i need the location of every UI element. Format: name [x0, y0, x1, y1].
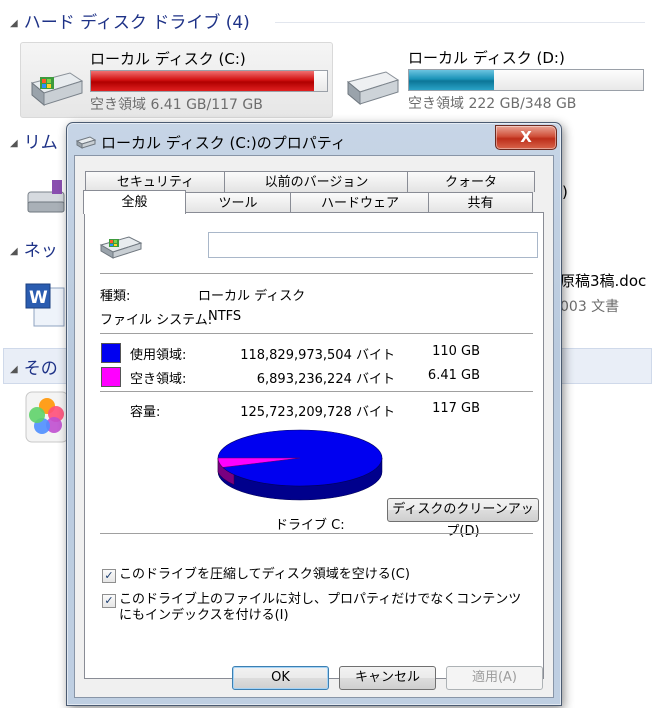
collapse-triangle-icon[interactable]: ◢ — [10, 138, 18, 149]
word-document-icon: W — [25, 283, 65, 327]
group-header-hard-disk[interactable]: ◢ ハード ディスク ドライブ (4) — [10, 8, 650, 34]
tab-security[interactable]: セキュリティ — [85, 171, 226, 192]
drive-tile-c[interactable]: ローカル ディスク (C:) 空き領域 6.41 GB/117 GB — [20, 42, 333, 118]
photos-app-icon — [25, 391, 69, 443]
used-space-bytes: 118,829,973,504 バイト — [240, 348, 395, 363]
general-tab-panel: 種類: ローカル ディスク ファイル システム: NTFS 使用領域: 118,… — [84, 212, 544, 679]
removable-drive-icon — [27, 180, 65, 213]
network-file-name[interactable]: 原稿3稿.doc — [560, 270, 646, 291]
group-header-other[interactable]: ◢ その — [10, 354, 70, 379]
tab-label: ツール — [218, 196, 258, 211]
separator — [100, 333, 533, 334]
type-label: 種類: — [100, 289, 131, 304]
dialog-client-area: セキュリティ 以前のバージョン クォータ 全般 ツール ハードウェア 共有 種類… — [74, 155, 554, 698]
tab-general[interactable]: 全般 — [83, 190, 186, 214]
tab-label: セキュリティ — [116, 175, 195, 190]
free-space-size: 6.41 GB — [427, 368, 480, 383]
capacity-bytes: 125,723,209,728 バイト — [240, 405, 395, 420]
separator — [100, 273, 533, 274]
drive-tile-d[interactable]: ローカル ディスク (D:) 空き領域 222 GB/348 GB — [338, 42, 650, 116]
tab-label: 以前のバージョン — [264, 175, 369, 190]
volume-label-input[interactable] — [208, 232, 538, 258]
drive-free-space-c: 空き領域 6.41 GB/117 GB — [90, 97, 263, 113]
disk-cleanup-button[interactable]: ディスクのクリーンアップ(D) — [387, 498, 539, 539]
free-space-label: 空き領域: — [130, 372, 187, 387]
tab-label: クォータ — [444, 175, 497, 190]
collapse-triangle-icon[interactable]: ◢ — [10, 364, 18, 375]
group-header-removable[interactable]: ◢ リム — [10, 128, 70, 153]
free-space-bytes: 6,893,236,224 バイト — [256, 372, 395, 387]
compress-checkbox-label[interactable]: このドライブを圧縮してディスク領域を空ける(C) — [119, 567, 529, 583]
group-header-label: リム — [23, 133, 58, 153]
group-divider — [275, 22, 645, 23]
capacity-size: 117 GB — [432, 401, 480, 416]
tab-tools[interactable]: ツール — [184, 192, 292, 213]
drive-usage-fill-d — [409, 70, 494, 90]
file-system-value: NTFS — [208, 309, 242, 324]
network-file-type: 003 文書 — [560, 299, 620, 315]
compress-checkbox[interactable]: ✓ — [102, 569, 116, 583]
close-button[interactable]: X — [495, 125, 557, 150]
drive-free-space-d: 空き領域 222 GB/348 GB — [408, 96, 577, 112]
hard-drive-icon — [30, 72, 84, 107]
separator — [100, 533, 533, 534]
index-checkbox-label[interactable]: このドライブ上のファイルに対し、プロパティだけでなくコンテンツにもインデックスを… — [119, 592, 529, 624]
hard-drive-icon — [99, 236, 143, 259]
capacity-label: 容量: — [130, 405, 161, 420]
dialog-title: ローカル ディスク (C:)のプロパティ — [101, 134, 346, 152]
tab-hardware[interactable]: ハードウェア — [290, 192, 430, 213]
tab-label: 全般 — [121, 195, 148, 210]
ok-button[interactable]: OK — [232, 666, 329, 690]
collapse-triangle-icon[interactable]: ◢ — [10, 18, 18, 29]
cancel-button[interactable]: キャンセル — [339, 666, 436, 690]
type-value: ローカル ディスク — [198, 289, 306, 304]
group-header-network[interactable]: ◢ ネッ — [10, 236, 70, 261]
properties-dialog: ローカル ディスク (C:)のプロパティ X セキュリティ 以前のバージョン ク… — [66, 122, 562, 706]
drive-name-c: ローカル ディスク (C:) — [90, 50, 246, 68]
hard-drive-icon — [76, 136, 96, 149]
group-header-label: ハード ディスク ドライブ (4) — [23, 13, 250, 33]
used-space-size: 110 GB — [432, 344, 480, 359]
index-checkbox[interactable]: ✓ — [102, 594, 116, 608]
used-space-swatch — [101, 343, 121, 363]
file-system-label: ファイル システム: — [100, 313, 213, 328]
svg-text:W: W — [29, 288, 48, 308]
used-space-label: 使用領域: — [130, 348, 187, 363]
drive-usage-bar-c — [90, 70, 328, 92]
tab-previous-versions[interactable]: 以前のバージョン — [224, 171, 409, 192]
hard-drive-icon — [346, 71, 400, 106]
drive-usage-bar-d — [408, 69, 644, 91]
removable-partial-text: ) — [562, 183, 568, 201]
free-space-swatch — [101, 367, 121, 387]
close-icon: X — [520, 128, 532, 146]
drive-usage-fill-c — [91, 71, 315, 91]
tab-quota[interactable]: クォータ — [407, 171, 535, 192]
tab-sharing[interactable]: 共有 — [428, 192, 533, 213]
group-header-label: その — [23, 359, 58, 379]
separator — [100, 391, 533, 392]
drive-caption: ドライブ C: — [275, 518, 345, 533]
apply-button[interactable]: 適用(A) — [446, 666, 543, 690]
pie-slices — [217, 429, 383, 501]
disk-usage-pie-chart — [217, 429, 383, 501]
collapse-triangle-icon[interactable]: ◢ — [10, 246, 18, 257]
group-header-label: ネッ — [23, 241, 58, 261]
tab-label: 共有 — [467, 196, 494, 211]
drive-name-d: ローカル ディスク (D:) — [408, 49, 565, 67]
tab-label: ハードウェア — [320, 196, 399, 211]
